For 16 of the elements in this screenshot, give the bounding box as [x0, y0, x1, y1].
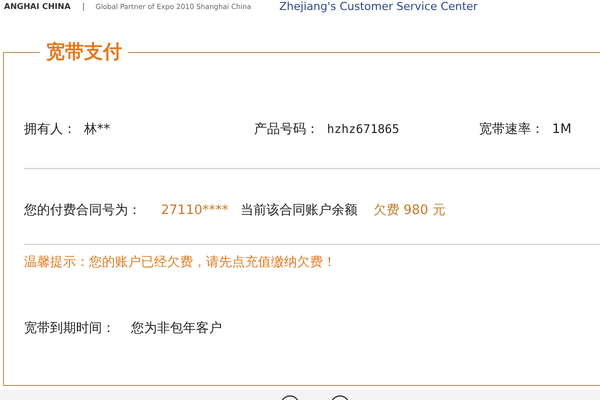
contract-label: 您的付费合同号为： [24, 202, 141, 220]
warning-text: 温馨提示：您的账户已经欠费，请先点充值缴纳欠费！ [24, 254, 337, 272]
field-value: 1M [552, 121, 572, 140]
balance-value: 欠费 980 元 [373, 202, 446, 220]
expiry-label: 宽带到期时间： [24, 320, 115, 338]
contract-number: 27110**** [161, 202, 228, 220]
field-label: 宽带速率： [479, 121, 544, 140]
site-title: Zhejiang's Customer Service Center [279, 0, 478, 15]
field-value: 林** [84, 121, 110, 140]
brand-text: ANGHAI CHINA [4, 1, 71, 13]
panel-title: 宽带支付 [46, 41, 122, 63]
field-value: hzhz671865 [327, 121, 400, 138]
field-label: 产品号码： [254, 121, 319, 140]
balance-label: 当前该合同账户余额 [240, 202, 358, 220]
expiry-value: 您为非包年客户 [131, 320, 222, 338]
field-label: 拥有人： [24, 121, 76, 140]
